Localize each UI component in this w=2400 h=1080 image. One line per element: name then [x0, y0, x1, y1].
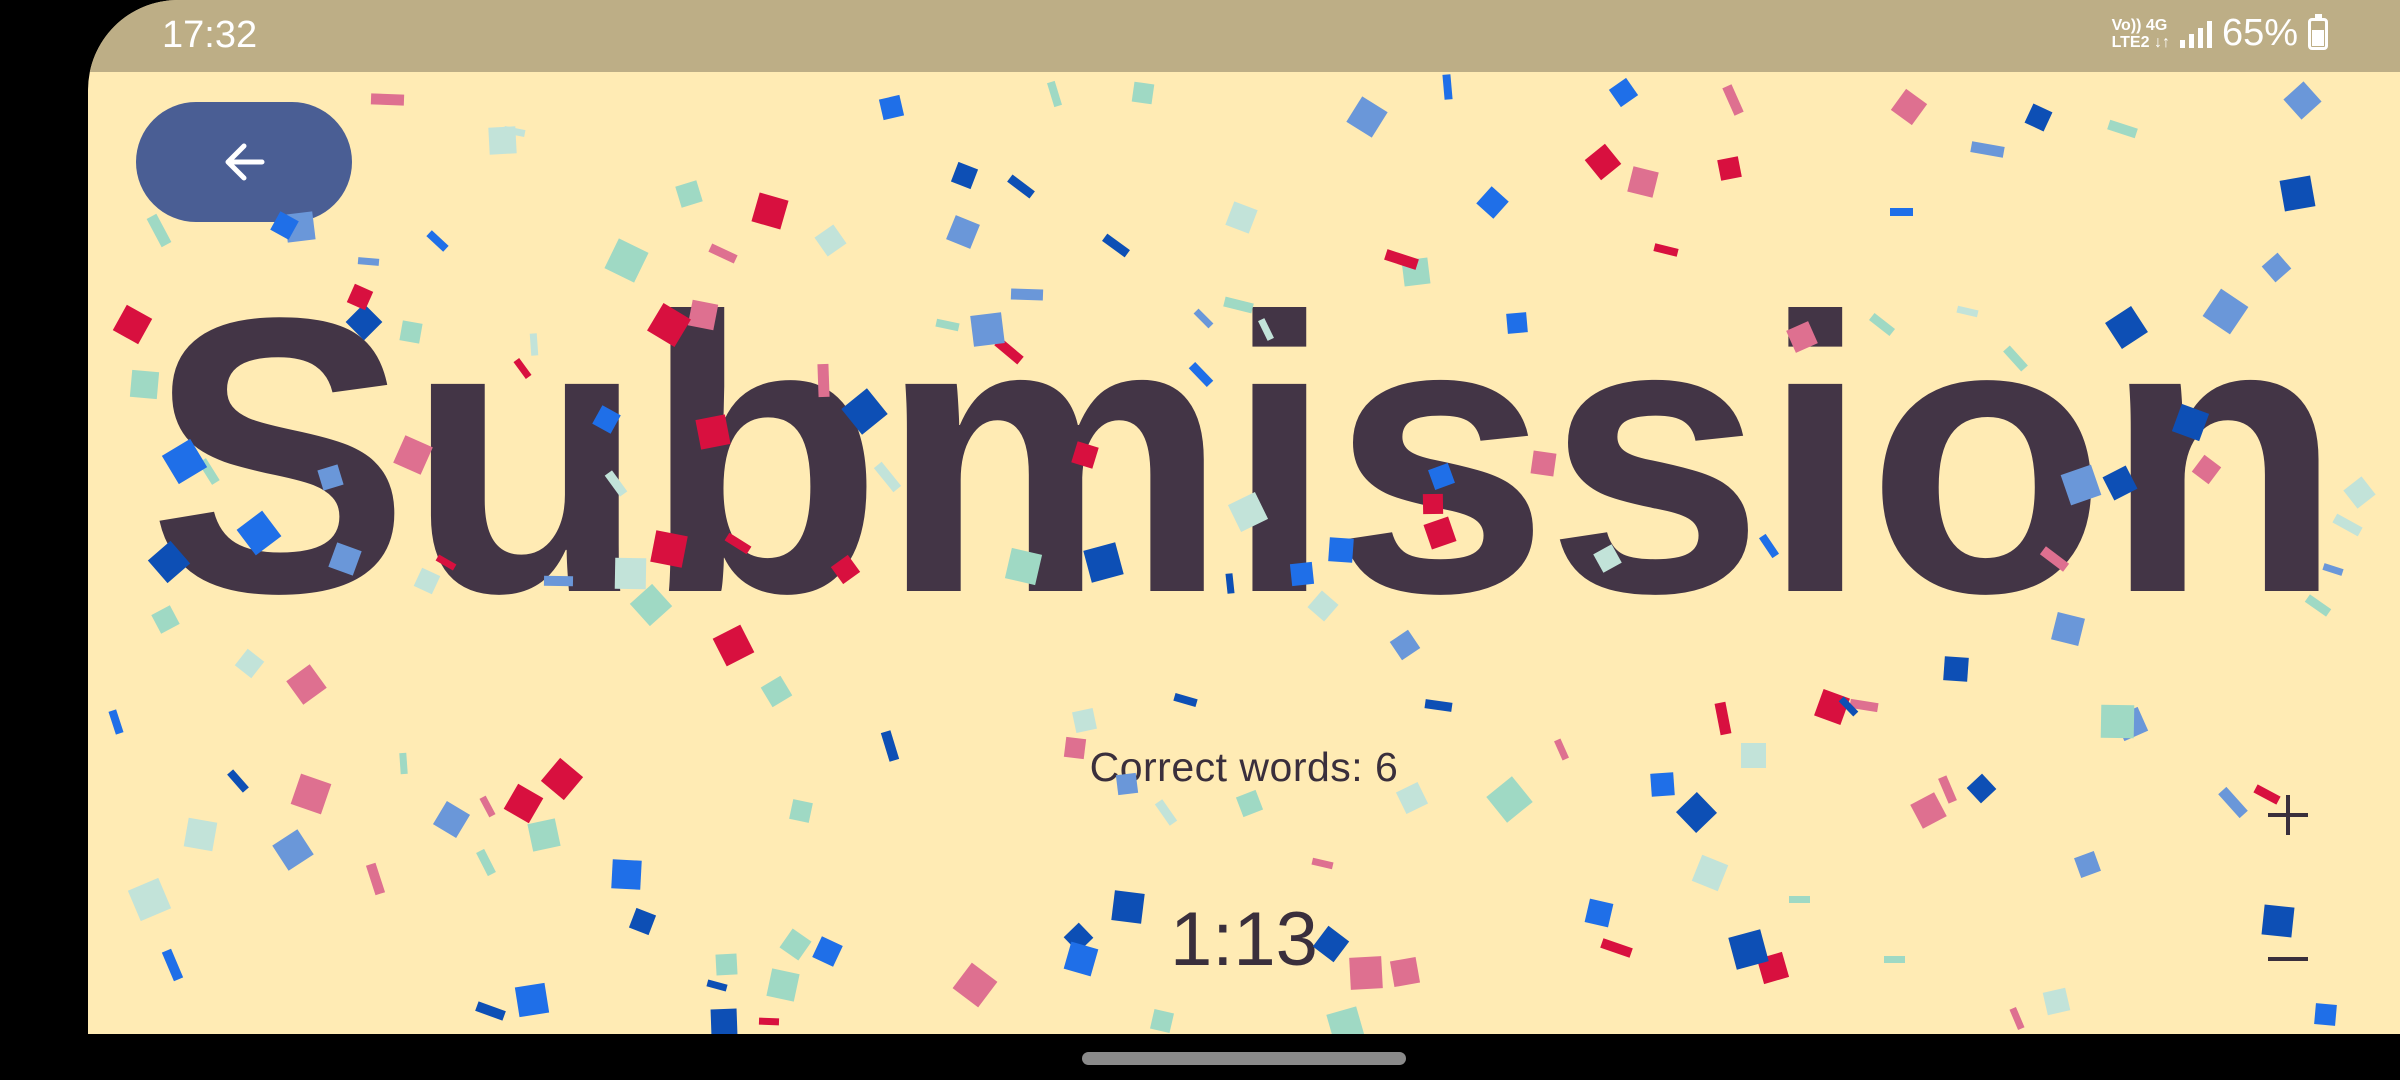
confetti-piece — [760, 675, 793, 708]
confetti-piece — [1970, 141, 2005, 158]
confetti-piece — [675, 180, 703, 208]
confetti-piece — [2283, 81, 2322, 120]
confetti-piece — [1235, 789, 1264, 818]
confetti-piece — [476, 848, 496, 877]
confetti-piece — [2100, 704, 2135, 739]
network-indicator: Vo)) 4G LTE2 ↓↑ — [2112, 17, 2170, 51]
confetti-piece — [514, 982, 550, 1018]
confetti-piece — [1717, 156, 1742, 181]
confetti-piece — [272, 829, 314, 871]
confetti-piece — [1627, 166, 1659, 198]
confetti-piece — [1311, 857, 1334, 870]
confetti-piece — [2279, 175, 2316, 212]
confetti-piece — [1722, 84, 1744, 116]
confetti-piece — [1072, 708, 1097, 733]
decrease-button[interactable] — [2248, 919, 2328, 999]
confetti-piece — [1838, 696, 1859, 717]
confetti-piece — [1326, 1006, 1365, 1034]
confetti-piece — [183, 817, 218, 852]
confetti-piece — [878, 94, 905, 121]
confetti-piece — [1890, 208, 1913, 216]
confetti-piece — [2024, 103, 2053, 132]
confetti-piece — [1691, 854, 1729, 892]
confetti-piece — [527, 818, 561, 852]
status-bar: 17:32 Vo)) 4G LTE2 ↓↑ 65% — [88, 0, 2400, 72]
confetti-piece — [1424, 699, 1453, 712]
confetti-piece — [365, 862, 386, 896]
network-label-top: Vo)) 4G — [2111, 16, 2168, 34]
confetti-piece — [2218, 786, 2248, 819]
confetti-piece — [1476, 186, 1509, 219]
network-label-bottom: LTE2 ↓↑ — [2111, 33, 2170, 51]
confetti-piece — [1814, 689, 1850, 725]
home-indicator[interactable] — [1082, 1052, 1406, 1065]
confetti-piece — [950, 161, 979, 190]
confetti-piece — [710, 1008, 738, 1034]
confetti-piece — [1584, 143, 1622, 181]
confetti-piece — [1890, 88, 1928, 126]
confetti-piece — [108, 709, 124, 735]
plus-icon — [2268, 795, 2308, 835]
confetti-piece — [1007, 174, 1035, 199]
confetti-piece — [1714, 701, 1732, 736]
status-time: 17:32 — [162, 14, 258, 56]
confetti-piece — [611, 859, 642, 890]
confetti-piece — [2113, 706, 2149, 742]
confetti-piece — [2107, 119, 2138, 139]
back-button[interactable] — [136, 102, 352, 222]
confetti-piece — [2074, 851, 2101, 878]
confetti-piece — [1173, 692, 1198, 708]
confetti-piece — [1047, 80, 1062, 108]
confetti-piece — [1849, 698, 1879, 713]
battery-icon — [2308, 13, 2328, 50]
confetti-piece — [1675, 791, 1718, 834]
confetti-piece — [1150, 1009, 1174, 1033]
correct-words-count: Correct words: 6 — [1089, 744, 1399, 790]
page-title: Submission — [148, 237, 2343, 675]
confetti-piece — [1910, 792, 1947, 829]
confetti-piece — [758, 1017, 780, 1026]
confetti-piece — [432, 800, 471, 839]
confetti-piece — [751, 192, 789, 230]
confetti-piece — [1346, 96, 1388, 138]
confetti-piece — [1154, 799, 1178, 826]
confetti-piece — [370, 93, 405, 106]
confetti-piece — [488, 126, 517, 155]
timer-display: 1:13 — [1170, 897, 1318, 982]
confetti-piece — [2009, 1007, 2025, 1030]
signal-icon — [2179, 20, 2212, 48]
confetti-piece — [479, 795, 496, 818]
confetti-piece — [1442, 74, 1453, 100]
confetti-piece — [1225, 201, 1258, 234]
battery-percentage: 65% — [2221, 12, 2298, 54]
confetti-piece — [1131, 81, 1155, 105]
confetti-piece — [789, 799, 813, 823]
status-indicators: Vo)) 4G LTE2 ↓↑ 65% — [2112, 12, 2328, 55]
increase-button[interactable] — [2248, 775, 2328, 855]
minus-icon — [2268, 957, 2308, 961]
arrow-left-icon — [225, 143, 265, 181]
confetti-piece — [1608, 77, 1639, 108]
confetti-piece — [2314, 1003, 2337, 1026]
game-screen: 17:32 Vo)) 4G LTE2 ↓↑ 65% Submission Cor… — [88, 0, 2400, 1034]
confetti-piece — [2042, 987, 2071, 1016]
confetti-piece — [503, 126, 526, 137]
confetti-piece — [475, 1001, 506, 1021]
